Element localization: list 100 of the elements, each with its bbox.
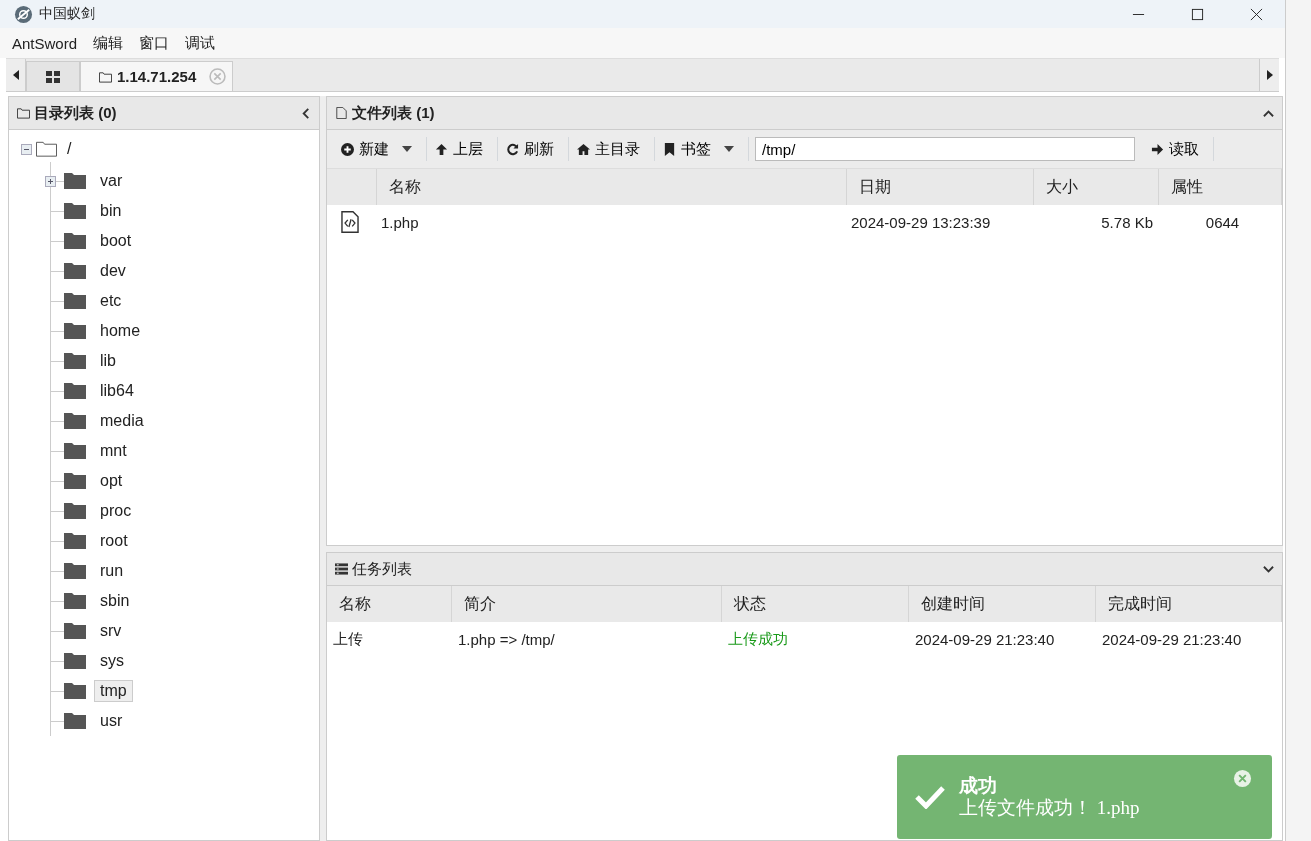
folder-icon (64, 293, 86, 309)
menu-item[interactable]: 窗口 (139, 33, 170, 53)
toolbar-button[interactable]: 主目录 (569, 137, 655, 161)
table-cell-text: 2024-09-29 21:23:40 (1101, 629, 1243, 650)
folder-icon (36, 141, 57, 157)
tree-item[interactable]: bin (94, 200, 128, 222)
table-cell-text: 上传 (332, 628, 364, 649)
folder-icon (64, 173, 86, 189)
window-title: 中国蚁剑 (39, 5, 95, 23)
folder-icon (64, 413, 86, 429)
menu-item[interactable]: 编辑 (93, 33, 124, 53)
folder-icon (64, 503, 86, 519)
tree-item[interactable]: boot (94, 230, 138, 252)
column-header[interactable]: 状态 (722, 586, 909, 622)
tree-item[interactable]: mnt (94, 440, 133, 462)
column-header[interactable]: 简介 (452, 586, 722, 622)
tree-item[interactable]: usr (94, 710, 129, 732)
tree-item[interactable]: root (94, 530, 134, 552)
folder-icon (64, 473, 86, 489)
tree-item[interactable]: var (94, 170, 129, 192)
tree-item[interactable]: opt (94, 470, 129, 492)
tree-item[interactable]: sbin (94, 590, 136, 612)
path-field[interactable]: /tmp/ (755, 137, 1135, 161)
tree-item[interactable]: tmp (94, 680, 133, 702)
tab[interactable]: 1.14.71.254 (80, 61, 234, 91)
folder-icon (64, 653, 86, 669)
folder-icon (64, 683, 86, 699)
folder-icon (64, 713, 86, 729)
tree-item[interactable]: run (94, 560, 130, 582)
table-cell-text: 上传成功 (727, 628, 789, 649)
collapse-icon[interactable] (1263, 107, 1274, 119)
table-cell-text: 2024-09-29 21:23:40 (914, 629, 1056, 650)
toolbar-button[interactable]: 上层 (427, 137, 498, 161)
tree-item[interactable]: sys (94, 650, 130, 672)
tree-item[interactable]: dev (94, 260, 132, 282)
tree-item[interactable]: home (94, 320, 147, 342)
refresh-icon (506, 142, 519, 156)
tree-item[interactable]: proc (94, 500, 138, 522)
folder-icon (64, 563, 86, 579)
column-header[interactable]: 日期 (847, 169, 1034, 205)
column-header[interactable]: 属性 (1159, 169, 1282, 205)
plus-circle-icon (341, 142, 354, 156)
right-arrow-icon (1266, 70, 1273, 80)
right-arrow-icon (1151, 142, 1164, 156)
checkmark-icon (915, 785, 945, 809)
tree-item[interactable]: lib (94, 350, 122, 372)
folder-icon (64, 323, 86, 339)
collapse-toggle-icon[interactable] (21, 143, 32, 155)
left-arrow-icon (12, 70, 19, 80)
collapse-icon[interactable] (300, 107, 311, 119)
folder-icon (64, 443, 86, 459)
table-cell-text: 1.php (380, 212, 420, 233)
tree-item[interactable]: etc (94, 290, 128, 312)
house-icon (577, 142, 590, 156)
up-arrow-icon (435, 142, 448, 156)
folder-icon (64, 593, 86, 609)
expand-icon[interactable] (1263, 563, 1274, 575)
toast-message: 上传文件成功！ 1.php (959, 797, 1140, 819)
table-cell-text: 2024-09-29 13:23:39 (850, 212, 992, 233)
tree-item[interactable]: lib64 (94, 380, 140, 402)
folder-icon (17, 107, 30, 119)
column-header[interactable]: 创建时间 (909, 586, 1096, 622)
panel-title: 目录列表 (0) (34, 103, 117, 123)
folder-icon (64, 233, 86, 249)
tab[interactable] (26, 61, 80, 91)
column-header[interactable]: 大小 (1034, 169, 1159, 205)
folder-icon (64, 263, 86, 279)
column-header[interactable]: 完成时间 (1096, 586, 1282, 622)
tree-item[interactable]: media (94, 410, 150, 432)
menu-item[interactable]: AntSword (12, 34, 78, 52)
folder-icon (99, 70, 112, 83)
menu-item[interactable]: 调试 (185, 33, 216, 53)
folder-icon (64, 353, 86, 369)
table-cell-text: 1.php => /tmp/ (457, 629, 556, 650)
close-icon[interactable] (1250, 7, 1263, 21)
column-header[interactable]: 名称 (327, 586, 452, 622)
column-header[interactable]: 名称 (377, 169, 847, 205)
table-cell-text: 5.78 Kb (1100, 212, 1154, 233)
code-file-icon (341, 211, 359, 233)
tab-label: 1.14.71.254 (117, 68, 197, 85)
table-cell-text: 0644 (1204, 212, 1241, 233)
maximize-icon[interactable] (1191, 7, 1204, 21)
read-button[interactable]: 读取 (1143, 137, 1214, 161)
folder-icon (64, 203, 86, 219)
tree-item[interactable]: srv (94, 620, 128, 642)
toolbar-button[interactable]: 刷新 (498, 137, 569, 161)
toolbar-button[interactable]: 新建 (333, 137, 427, 161)
panel-title: 任务列表 (352, 559, 412, 579)
folder-icon (64, 533, 86, 549)
list-icon (335, 563, 348, 575)
bookmark-icon (663, 142, 676, 156)
folder-icon (64, 623, 86, 639)
toolbar-button[interactable]: 书签 (655, 137, 749, 161)
panel-title: 文件列表 (1) (352, 103, 435, 123)
folder-icon (64, 383, 86, 399)
grid-icon (46, 70, 60, 83)
toast-title: 成功 (959, 775, 998, 797)
tree-item[interactable]: / (61, 138, 78, 160)
expand-toggle-icon[interactable] (45, 175, 56, 187)
file-icon (335, 107, 348, 119)
